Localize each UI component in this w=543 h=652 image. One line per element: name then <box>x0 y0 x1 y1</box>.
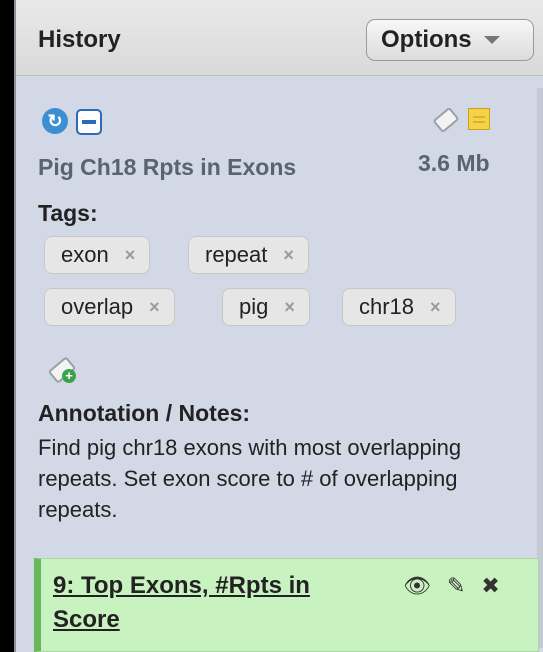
collapse-icon[interactable] <box>76 109 102 135</box>
history-size: 3.6 Mb <box>418 150 490 176</box>
remove-tag-icon[interactable]: × <box>283 245 294 266</box>
note-icon[interactable] <box>468 108 490 130</box>
tag-pig[interactable]: pig × <box>222 288 310 326</box>
history-panel: History Options ↻ Pig Ch18 Rpts in Exons… <box>14 0 543 652</box>
history-title: History <box>38 26 121 53</box>
history-header: History Options <box>16 0 543 76</box>
history-meta-icons <box>432 106 490 134</box>
history-body: ↻ Pig Ch18 Rpts in Exons 3.6 Mb Tags: ex… <box>16 76 543 652</box>
tag-label: pig <box>239 294 269 319</box>
tag-repeat[interactable]: repeat × <box>188 236 309 274</box>
pencil-icon[interactable]: ✎ <box>447 573 465 599</box>
remove-tag-icon[interactable]: × <box>149 297 160 318</box>
options-button[interactable]: Options <box>366 19 534 61</box>
chevron-down-icon <box>483 36 500 44</box>
options-label: Options <box>381 26 472 53</box>
remove-tag-icon[interactable]: × <box>284 297 295 318</box>
annotation-label: Annotation / Notes: <box>38 400 251 426</box>
history-name[interactable]: Pig Ch18 Rpts in Exons <box>38 154 296 181</box>
add-tag-icon[interactable]: + <box>47 356 78 384</box>
tag-label: exon <box>61 242 109 267</box>
remove-tag-icon[interactable]: × <box>430 297 441 318</box>
tag-overlap[interactable]: overlap × <box>44 288 175 326</box>
dataset-action-icons: 👁 ✎ ✖ <box>403 573 500 599</box>
tag-icon[interactable] <box>432 106 460 134</box>
tag-exon[interactable]: exon × <box>44 236 151 274</box>
tag-label: overlap <box>61 294 134 319</box>
dataset-title-link[interactable]: 9: Top Exons, #Rpts in Score <box>53 569 383 637</box>
tag-chr18[interactable]: chr18 × <box>342 288 456 326</box>
refresh-icon[interactable]: ↻ <box>42 108 68 134</box>
delete-icon[interactable]: ✖ <box>481 573 499 599</box>
eye-icon[interactable]: 👁 <box>403 573 431 599</box>
dataset-item[interactable]: 9: Top Exons, #Rpts in Score 👁 ✎ ✖ <box>34 558 539 652</box>
screen-frame: History Options ↻ Pig Ch18 Rpts in Exons… <box>0 0 543 652</box>
annotation-text[interactable]: Find pig chr18 exons with most overlappi… <box>38 432 528 525</box>
history-action-icons: ↻ <box>42 108 102 135</box>
tag-label: chr18 <box>359 294 415 319</box>
tags-label: Tags: <box>38 200 98 226</box>
tag-label: repeat <box>205 242 268 267</box>
remove-tag-icon[interactable]: × <box>125 245 136 266</box>
